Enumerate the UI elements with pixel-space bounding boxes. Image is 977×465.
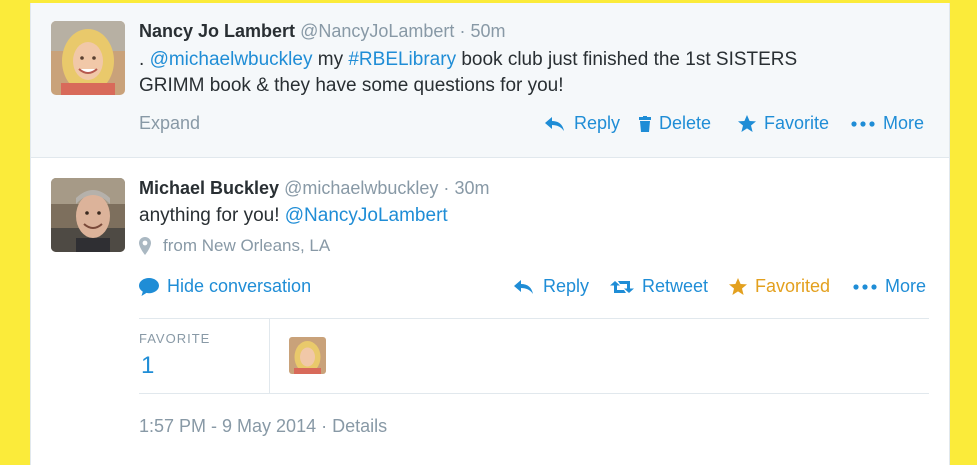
avatar[interactable]	[51, 21, 125, 95]
retweet-icon	[610, 280, 634, 293]
tweet-time[interactable]: 30m	[454, 178, 489, 198]
reply-icon	[514, 279, 533, 294]
hashtag-link[interactable]: #RBELibrary	[348, 49, 456, 70]
trash-icon	[639, 115, 651, 132]
reply-button[interactable]: Reply	[544, 113, 620, 134]
author-handle[interactable]: @michaelwbuckley	[284, 178, 438, 198]
text-mid: my	[317, 49, 344, 70]
location-pin-icon	[139, 237, 151, 255]
reply-label: Reply	[574, 113, 621, 133]
more-button[interactable]: More	[853, 276, 926, 297]
favorite-count[interactable]: 1	[141, 352, 154, 380]
tweet-time[interactable]: 50m	[470, 21, 505, 41]
tweet-header: Michael Buckley @michaelwbuckley · 30m	[139, 178, 489, 199]
timestamp-value[interactable]: 1:57 PM - 9 May 2014	[139, 416, 316, 436]
tweet-nancy[interactable]: Nancy Jo Lambert @NancyJoLambert · 50m .…	[31, 3, 949, 158]
tweet-body: anything for you!	[139, 205, 280, 226]
tweet-header: Nancy Jo Lambert @NancyJoLambert · 50m	[139, 21, 505, 42]
delete-label: Delete	[659, 113, 712, 133]
star-icon	[729, 278, 747, 295]
separator: ·	[443, 178, 450, 198]
reply-label: Reply	[543, 276, 590, 296]
tweet-text: . @michaelwbuckley my #RBELibrary book c…	[139, 47, 939, 99]
speech-bubble-icon	[139, 277, 159, 296]
tweet-location[interactable]: from New Orleans, LA	[139, 236, 330, 256]
avatar[interactable]	[51, 178, 125, 252]
favorited-label: Favorited	[755, 276, 831, 296]
more-label: More	[885, 276, 927, 296]
reply-button[interactable]: Reply	[513, 276, 589, 297]
expand-link[interactable]: Expand	[139, 113, 200, 134]
location-label: from New Orleans, LA	[163, 236, 331, 255]
details-link[interactable]: Details	[332, 416, 387, 436]
author-name[interactable]: Michael Buckley	[139, 178, 279, 198]
favorite-button[interactable]: Favorite	[738, 113, 829, 134]
mention-link[interactable]: @michaelwbuckley	[150, 49, 313, 70]
retweet-button[interactable]: Retweet	[610, 276, 708, 297]
stats-divider	[269, 319, 270, 393]
separator: ·	[459, 21, 466, 41]
more-label: More	[883, 113, 925, 133]
tweet-actions: Hide conversation Reply Retweet Favorite…	[31, 276, 949, 298]
more-dots-icon	[853, 283, 877, 290]
star-icon	[738, 115, 756, 132]
favorite-stat-label: FAVORITE	[139, 331, 211, 346]
author-name[interactable]: Nancy Jo Lambert	[139, 21, 295, 41]
more-button[interactable]: More	[851, 113, 924, 134]
text-prefix: .	[139, 49, 145, 70]
hide-conversation-label: Hide conversation	[167, 276, 312, 296]
reply-icon	[545, 116, 564, 131]
hide-conversation-button[interactable]: Hide conversation	[139, 276, 311, 297]
text-rest: book club just finished the 1st SISTERS	[461, 49, 798, 70]
conversation-panel: Nancy Jo Lambert @NancyJoLambert · 50m .…	[30, 3, 950, 465]
tweet-text: anything for you! @NancyJoLambert	[139, 203, 448, 229]
tweet-actions: Expand Reply Delete Favorite More	[31, 113, 949, 135]
mention-link[interactable]: @NancyJoLambert	[285, 205, 448, 226]
favorited-button[interactable]: Favorited	[729, 276, 830, 297]
author-handle[interactable]: @NancyJoLambert	[300, 21, 454, 41]
more-dots-icon	[851, 120, 875, 127]
tweet-stats: FAVORITE 1	[139, 318, 929, 394]
separator: ·	[321, 416, 328, 436]
favoriter-avatar[interactable]	[289, 337, 326, 374]
delete-button[interactable]: Delete	[639, 113, 711, 134]
favorite-label: Favorite	[764, 113, 830, 133]
tweet-timestamp: 1:57 PM - 9 May 2014 · Details	[139, 416, 387, 437]
retweet-label: Retweet	[642, 276, 709, 296]
text-line2: GRIMM book & they have some questions fo…	[139, 75, 564, 96]
